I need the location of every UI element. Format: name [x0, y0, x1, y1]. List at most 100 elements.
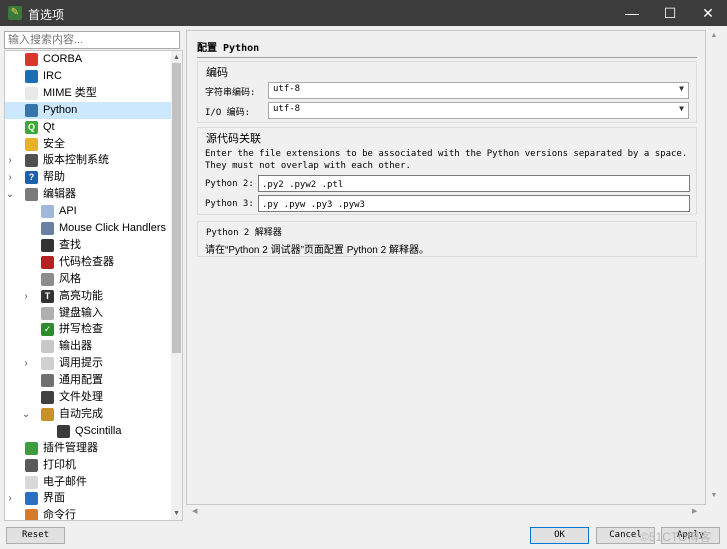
scroll-up-icon[interactable]: ▲	[708, 32, 720, 39]
tree-item-label: Qt	[43, 120, 55, 133]
tree-item[interactable]: 查找	[5, 237, 173, 254]
chevron-right-icon[interactable]: ›	[21, 288, 31, 305]
scroll-down-icon[interactable]: ▼	[171, 508, 182, 519]
binoculars-icon	[41, 238, 54, 252]
tree-item[interactable]: 风格	[5, 271, 173, 288]
highlight-icon: T	[41, 289, 54, 303]
chevron-right-icon[interactable]: ›	[21, 355, 31, 372]
python2-extensions-field[interactable]	[258, 175, 690, 192]
bug-icon	[41, 255, 54, 269]
tree-item[interactable]: 键盘输入	[5, 305, 173, 322]
tree-item-label: IRC	[43, 69, 62, 82]
lock-icon	[25, 137, 38, 151]
ok-button[interactable]: OK	[530, 527, 589, 544]
tree-item[interactable]: Q Qt	[5, 119, 173, 136]
watermark: ©51CTO博客	[640, 530, 712, 544]
printer-icon	[25, 458, 38, 472]
email-icon	[25, 475, 38, 489]
tree-item[interactable]: Mouse Click Handlers	[5, 220, 173, 237]
reset-button[interactable]: Reset	[6, 527, 65, 544]
tree-item[interactable]: 插件管理器	[5, 440, 173, 457]
mouse-icon	[41, 222, 54, 235]
preferences-tree[interactable]: CORBA IRC MIME 类型 Python Q Qt 安全 › 版本控制系统 ›? 帮助 ⌄ 编辑…	[4, 50, 183, 521]
tree-item-label: 电子邮件	[43, 475, 87, 488]
help-icon: ?	[25, 171, 38, 185]
string-encoding-select[interactable]: utf-8 ▼	[268, 82, 689, 99]
save-icon	[41, 391, 54, 404]
close-button[interactable]: ✕	[688, 0, 727, 26]
chevron-right-icon[interactable]: ›	[5, 490, 15, 507]
maximize-button[interactable]: ☐	[650, 0, 690, 26]
qt-icon: Q	[25, 120, 38, 134]
chevron-down-icon: ▼	[679, 84, 684, 93]
tree-item[interactable]: API	[5, 203, 173, 220]
source-association-group: 源代码关联 Enter the file extensions to be as…	[197, 127, 697, 215]
tree-item[interactable]: 命令行	[5, 507, 173, 520]
tree-item[interactable]: ›? 帮助	[5, 169, 173, 186]
tree-item-label: 高亮功能	[59, 289, 103, 302]
tree-item[interactable]: 安全	[5, 136, 173, 153]
io-encoding-label: I/O 编码:	[205, 108, 251, 118]
minimize-button[interactable]: —	[612, 0, 652, 26]
tree-item[interactable]: ✓ 拼写检查	[5, 321, 173, 338]
search-box[interactable]	[4, 31, 180, 49]
tree-item[interactable]: ⌄ 自动完成	[5, 406, 173, 423]
page-horizontal-scrollbar[interactable]: ◀ ▶	[186, 507, 706, 519]
settings-page: 配置 Python 编码 字符串编码: utf-8 ▼ I/O 编码: utf-…	[186, 30, 706, 505]
chevron-right-icon[interactable]: ›	[5, 169, 15, 186]
io-encoding-value: utf-8	[273, 104, 301, 114]
general-icon	[41, 374, 54, 388]
tree-item-label: 打印机	[43, 458, 76, 471]
association-description: Enter the file extensions to be associat…	[205, 149, 688, 171]
tree-item[interactable]: ⌄ 编辑器	[5, 186, 173, 203]
tree-item[interactable]: 文件处理	[5, 389, 173, 406]
tree-item[interactable]: 通用配置	[5, 372, 173, 389]
tree-item[interactable]: 代码检查器	[5, 254, 173, 271]
tree-scrollbar-thumb[interactable]	[172, 63, 181, 353]
tree-item-label: QScintilla	[75, 424, 122, 437]
scroll-up-icon[interactable]: ▲	[171, 52, 182, 63]
encoding-group: 编码 字符串编码: utf-8 ▼ I/O 编码: utf-8 ▼	[197, 61, 697, 123]
app-icon: ✎	[8, 6, 22, 20]
tree-item-label: 版本控制系统	[43, 154, 109, 167]
tree-item-label: API	[59, 205, 77, 218]
tree-item[interactable]: CORBA	[5, 51, 173, 68]
tree-item[interactable]: QScintilla	[5, 423, 173, 440]
qscintilla-icon	[57, 424, 70, 438]
io-encoding-select[interactable]: utf-8 ▼	[268, 102, 689, 119]
python3-extensions-field[interactable]	[258, 195, 690, 212]
tree-item[interactable]: MIME 类型	[5, 85, 173, 102]
tree-item-label: 通用配置	[59, 374, 103, 387]
tree-item[interactable]: › 调用提示	[5, 355, 173, 372]
tree-item-label: 自动完成	[59, 407, 103, 420]
tree-item-label: 调用提示	[59, 357, 103, 370]
vcs-icon	[25, 154, 38, 168]
corba-icon	[25, 53, 38, 66]
chevron-down-icon[interactable]: ⌄	[21, 406, 31, 423]
tree-item[interactable]: 电子邮件	[5, 474, 173, 491]
tree-item[interactable]: IRC	[5, 68, 173, 85]
python3-extensions-input[interactable]	[262, 198, 675, 212]
tree-item[interactable]: › 版本控制系统	[5, 152, 173, 169]
chevron-down-icon[interactable]: ⌄	[5, 186, 15, 203]
shell-icon	[25, 509, 38, 520]
page-vertical-scrollbar[interactable]: ▲ ▼	[708, 30, 720, 505]
search-input[interactable]	[8, 33, 178, 47]
scroll-down-icon[interactable]: ▼	[708, 492, 720, 499]
python2-extensions-label: Python 2:	[205, 179, 254, 189]
tree-item[interactable]: › T 高亮功能	[5, 288, 173, 305]
scroll-left-icon[interactable]: ◀	[192, 507, 197, 515]
tree-vertical-scrollbar[interactable]: ▲ ▼	[171, 51, 182, 520]
mime-icon	[25, 86, 38, 100]
python2-extensions-input[interactable]	[262, 178, 675, 192]
api-icon	[41, 205, 54, 219]
python2-interpreter-hint: 请在“Python 2 调试器”页面配置 Python 2 解释器。	[205, 245, 429, 256]
tree-item[interactable]: › 界面	[5, 490, 173, 507]
tree-item[interactable]: Python	[5, 101, 173, 119]
tree-item[interactable]: 打印机	[5, 457, 173, 474]
chevron-right-icon[interactable]: ›	[5, 152, 15, 169]
tree-item-label: 插件管理器	[43, 441, 98, 454]
exporter-icon	[41, 340, 54, 354]
scroll-right-icon[interactable]: ▶	[692, 507, 697, 515]
tree-item[interactable]: 输出器	[5, 338, 173, 355]
